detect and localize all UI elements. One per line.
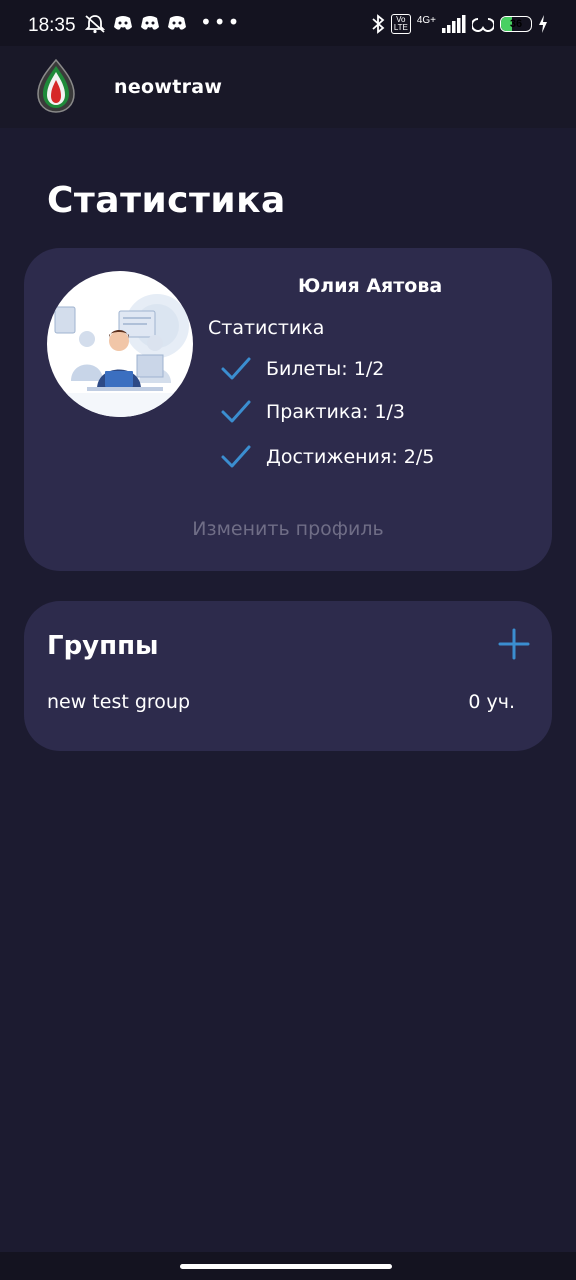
- network-type: 4G+: [416, 14, 436, 26]
- hotspot-icon: [472, 17, 494, 32]
- battery-level: 36: [509, 18, 523, 30]
- bluetooth-icon: [372, 14, 385, 34]
- discord-icon: [141, 16, 159, 30]
- volte-icon: Vo LTE: [390, 14, 411, 34]
- battery-icon: 36: [500, 16, 532, 32]
- check-icon: [221, 445, 251, 468]
- stat-achievements: Достижения: 2/5: [220, 444, 434, 470]
- flame-logo-icon[interactable]: [36, 58, 76, 114]
- check-icon: [221, 400, 251, 423]
- stats-heading: Статистика: [208, 317, 325, 339]
- signal-icon: [442, 15, 466, 33]
- group-name: new test group: [47, 691, 191, 713]
- stat-practice-label: Практика: 1/3: [266, 401, 406, 423]
- groups-title: Группы: [47, 631, 159, 661]
- app-header: neowtraw: [0, 46, 576, 128]
- notification-icons: [84, 14, 187, 34]
- edit-profile-button[interactable]: Изменить профиль: [24, 518, 552, 540]
- charging-icon: [539, 15, 547, 33]
- system-icons: Vo LTE 4G+ 36: [371, 14, 548, 34]
- user-name: Юлия Аятова: [298, 275, 443, 297]
- page-title: Статистика: [47, 180, 286, 221]
- status-bar: 18:35 ••• Vo LTE 4G+ 36: [0, 0, 576, 46]
- group-member-count: 0 уч.: [468, 691, 515, 713]
- check-icon: [221, 357, 251, 380]
- plus-icon[interactable]: [498, 628, 530, 660]
- more-notifications-icon: •••: [200, 10, 242, 34]
- muted-bell-icon: [84, 15, 106, 34]
- status-time: 18:35: [28, 15, 76, 36]
- groups-card: Группы new test group 0 уч.: [24, 601, 552, 751]
- home-indicator[interactable]: [180, 1264, 392, 1269]
- avatar[interactable]: [47, 271, 193, 417]
- discord-icon: [168, 16, 186, 30]
- stat-tickets: Билеты: 1/2: [220, 356, 384, 382]
- discord-icon: [114, 16, 132, 30]
- avatar-illustration: [47, 294, 193, 417]
- stat-practice: Практика: 1/3: [220, 399, 405, 425]
- system-nav-bar: [0, 1252, 576, 1280]
- profile-card: Юлия Аятова Статистика Билеты: 1/2 Практ…: [24, 248, 552, 571]
- stat-tickets-label: Билеты: 1/2: [266, 358, 385, 380]
- app-name: neowtraw: [114, 76, 223, 98]
- stat-achievements-label: Достижения: 2/5: [266, 446, 435, 468]
